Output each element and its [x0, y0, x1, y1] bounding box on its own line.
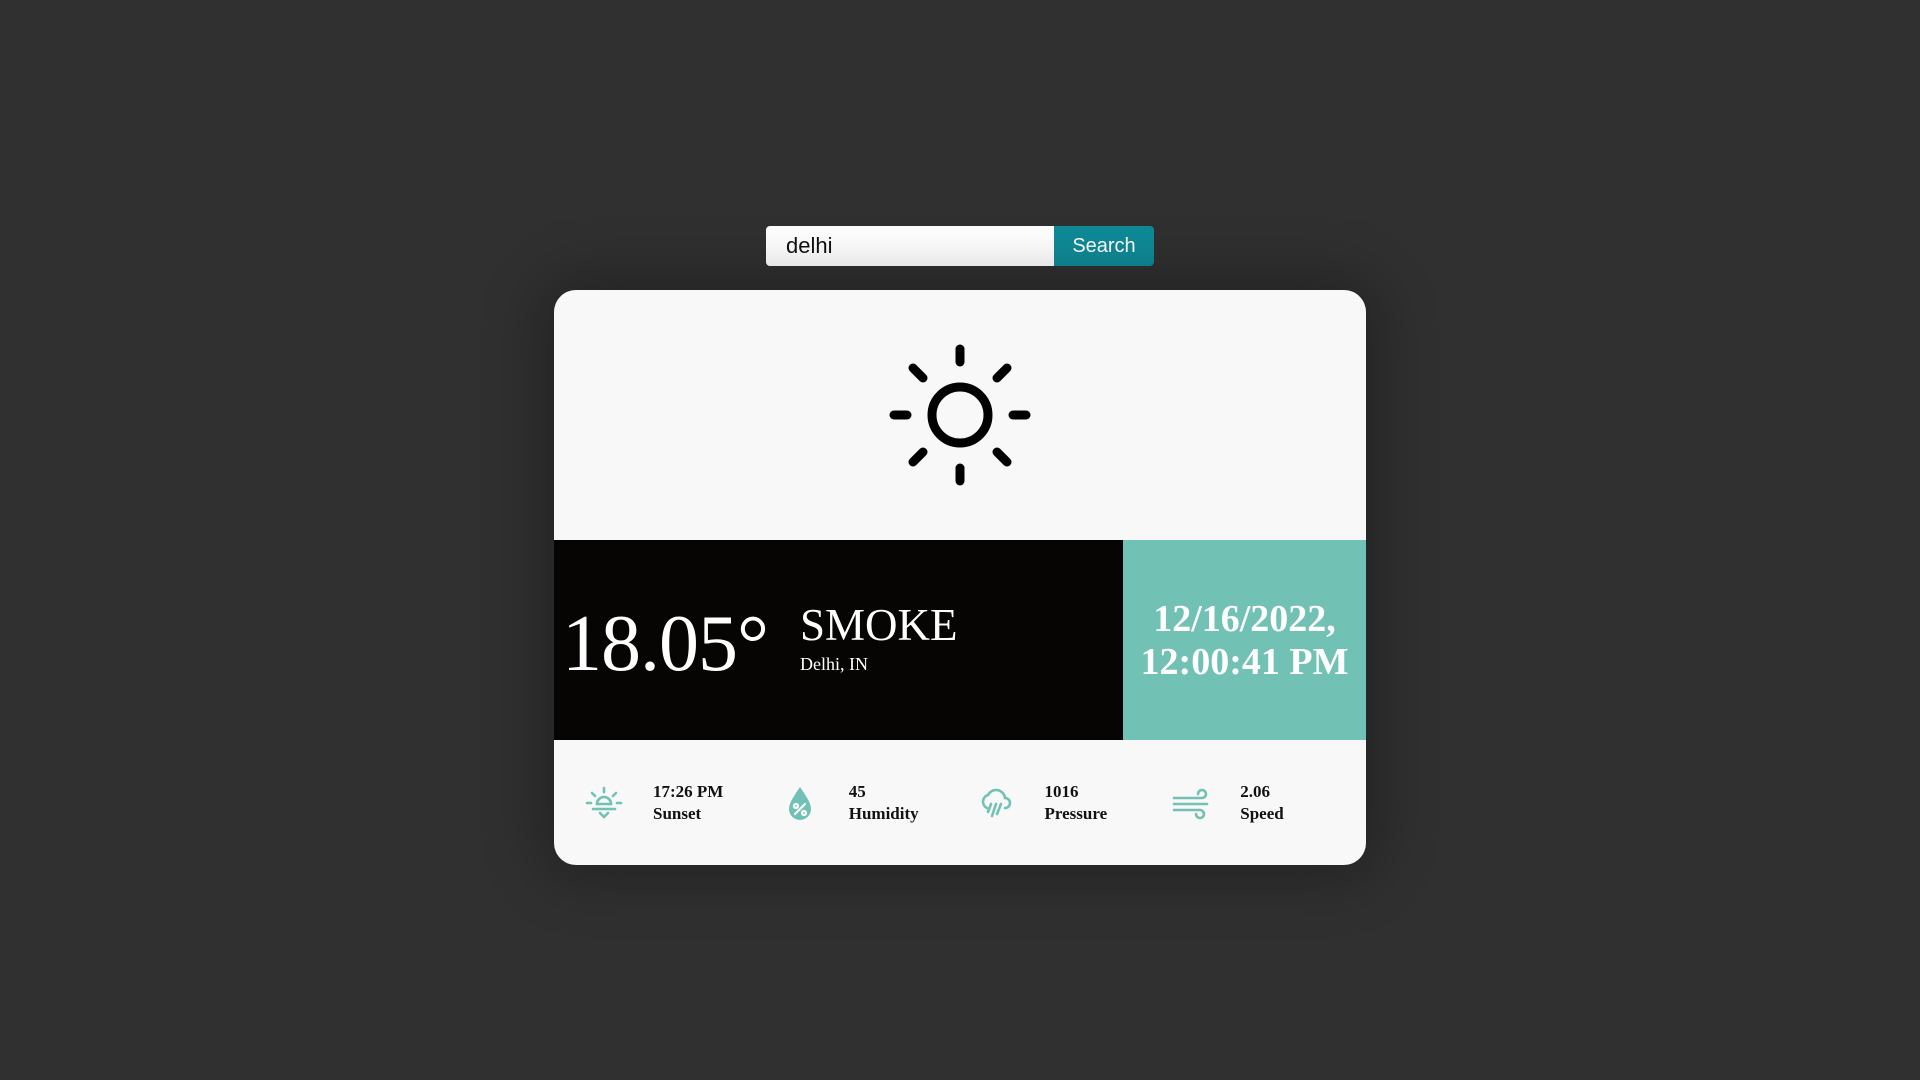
stat-value: 2.06: [1240, 781, 1270, 801]
stat-wind: 2.06 Speed: [1170, 781, 1366, 825]
pressure-icon: [981, 788, 1011, 817]
stat-value: 1016: [1044, 781, 1079, 801]
sun-icon: [889, 344, 1031, 486]
temperature: 18.05°: [562, 600, 769, 688]
stat-label: Sunset: [653, 803, 702, 823]
location: Delhi, IN: [800, 654, 868, 674]
humidity-icon: [788, 786, 811, 820]
search-button[interactable]: Search: [1054, 226, 1154, 266]
stat-label: Humidity: [848, 803, 919, 823]
current-weather: 18.05° SMOKE Delhi, IN: [554, 540, 1123, 740]
stats-row: 17:26 PM Sunset 45 Humidity 1016 Pressur…: [554, 740, 1366, 865]
search-bar: Search: [766, 226, 1154, 266]
weather-band: 18.05° SMOKE Delhi, IN 12/16/2022, 12:00…: [554, 540, 1366, 740]
datetime-panel: 12/16/2022, 12:00:41 PM: [1123, 540, 1366, 740]
condition-block: SMOKE Delhi, IN: [800, 603, 958, 675]
condition: SMOKE: [800, 600, 958, 650]
stat-humidity: 45 Humidity: [779, 781, 975, 825]
stat-pressure: 1016 Pressure: [975, 781, 1171, 825]
stat-label: Pressure: [1044, 803, 1108, 823]
time: 12:00:41 PM: [1140, 641, 1349, 683]
stat-value: 17:26 PM: [653, 781, 724, 801]
search-input[interactable]: [766, 226, 1054, 266]
stat-label: Speed: [1240, 803, 1284, 823]
stat-value: 45: [848, 781, 866, 801]
wind-icon: [1172, 788, 1209, 819]
sunset-icon: [585, 786, 623, 819]
date: 12/16/2022,: [1153, 598, 1336, 640]
stat-sunset: 17:26 PM Sunset: [583, 781, 779, 825]
weather-card: 18.05° SMOKE Delhi, IN 12/16/2022, 12:00…: [554, 290, 1366, 865]
weather-hero: [554, 290, 1366, 540]
